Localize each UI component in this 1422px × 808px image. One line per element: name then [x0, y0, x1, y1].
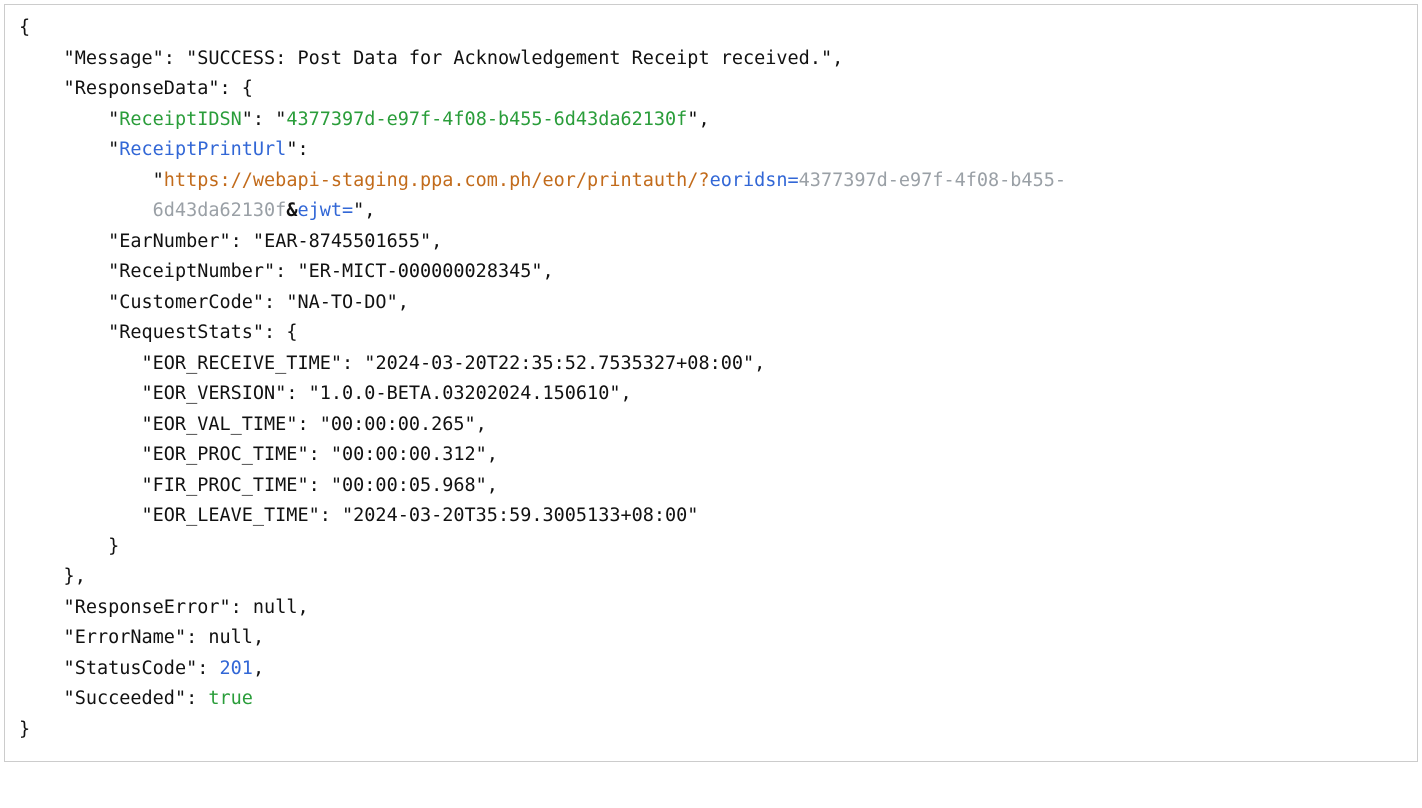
val-fir-proc-time: 00:00:05.968	[342, 475, 476, 496]
print-url-base: https://webapi-staging.ppa.com.ph/eor/pr…	[164, 170, 710, 191]
key-response-data: ResponseData	[75, 78, 209, 99]
key-fir-proc-time: FIR_PROC_TIME	[153, 475, 298, 496]
val-receipt-idsn: 4377397d-e97f-4f08-b455-6d43da62130f	[286, 109, 687, 130]
val-eor-proc-time: 00:00:00.312	[342, 444, 476, 465]
val-eor-receive-time: 2024-03-20T22:35:52.7535327+08:00	[375, 353, 743, 374]
val-message: SUCCESS: Post Data for Acknowledgement R…	[197, 48, 821, 69]
key-status-code: StatusCode	[75, 658, 186, 679]
val-customer-code: NA-TO-DO	[297, 292, 386, 313]
key-eor-proc-time: EOR_PROC_TIME	[153, 444, 298, 465]
val-ear-number: EAR-8745501655	[264, 231, 420, 252]
print-url-amp: &	[286, 200, 297, 221]
key-request-stats: RequestStats	[119, 322, 253, 343]
val-eor-leave-time: 2024-03-20T35:59.3005133+08:00	[353, 505, 687, 526]
key-error-name: ErrorName	[75, 627, 175, 648]
print-url-param-key: eoridsn=	[710, 170, 799, 191]
key-customer-code: CustomerCode	[119, 292, 253, 313]
key-eor-receive-time: EOR_RECEIVE_TIME	[153, 353, 331, 374]
key-ear-number: EarNumber	[119, 231, 219, 252]
val-succeeded: true	[208, 688, 253, 709]
key-eor-val-time: EOR_VAL_TIME	[153, 414, 287, 435]
key-message: Message	[75, 48, 153, 69]
key-response-error: ResponseError	[75, 597, 220, 618]
val-error-name: null	[208, 627, 253, 648]
key-receipt-number: ReceiptNumber	[119, 261, 264, 282]
print-url-param-val-2: 6d43da62130f	[153, 200, 287, 221]
val-eor-val-time: 00:00:00.265	[331, 414, 465, 435]
val-receipt-number: ER-MICT-000000028345	[309, 261, 532, 282]
key-receipt-idsn: ReceiptIDSN	[119, 109, 242, 130]
json-response-block: { "Message": "SUCCESS: Post Data for Ack…	[4, 4, 1418, 762]
print-url-param2-key: ejwt=	[297, 200, 353, 221]
key-eor-version: EOR_VERSION	[153, 383, 276, 404]
key-succeeded: Succeeded	[75, 688, 175, 709]
print-url-param-val-1: 4377397d-e97f-4f08-b455-	[799, 170, 1066, 191]
val-response-error: null	[253, 597, 298, 618]
val-eor-version: 1.0.0-BETA.03202024.150610	[320, 383, 610, 404]
key-eor-leave-time: EOR_LEAVE_TIME	[153, 505, 309, 526]
key-receipt-print-url: ReceiptPrintUrl	[119, 139, 286, 160]
val-status-code: 201	[220, 658, 253, 679]
